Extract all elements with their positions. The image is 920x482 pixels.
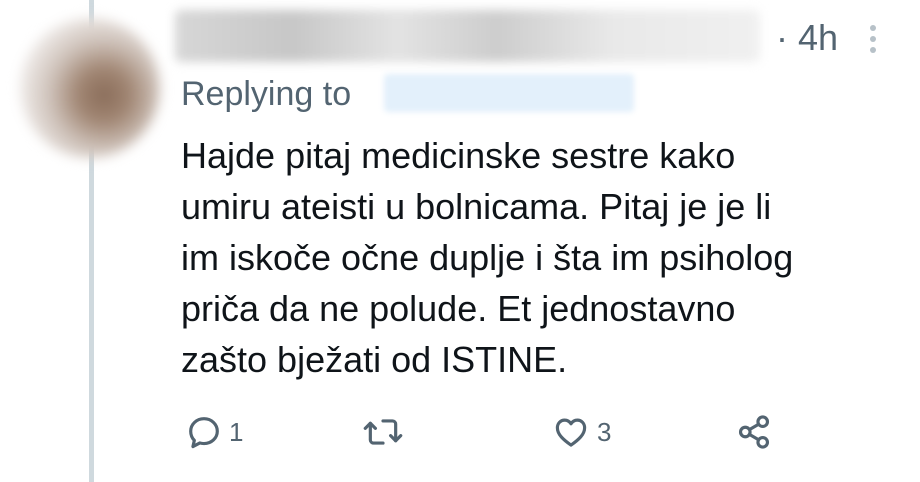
reply-icon <box>189 417 219 449</box>
tweet-text: Hajde pitaj medicinske sestre kako umiru… <box>181 130 881 385</box>
tweet-timestamp[interactable]: · 4h <box>776 16 838 60</box>
replying-to-handle-blurred[interactable] <box>384 74 634 112</box>
user-name-blurred[interactable] <box>175 10 760 62</box>
tweet-text-line: im iskoče očne duplje i šta im psiholog <box>181 237 794 278</box>
retweet-button[interactable] <box>361 410 405 454</box>
like-count: 3 <box>597 417 612 447</box>
share-button[interactable] <box>735 410 773 454</box>
tweet-text-line: zašto bježati od ISTINE. <box>181 339 568 380</box>
tweet-actions: 1 3 <box>181 410 781 454</box>
reply-button[interactable]: 1 <box>185 410 243 454</box>
tweet-text-line: umiru ateisti u bolnicama. Pitaj je je l… <box>181 186 772 227</box>
like-button[interactable]: 3 <box>551 410 611 454</box>
replying-to-label: Replying to <box>181 75 352 113</box>
reply-count: 1 <box>229 417 244 447</box>
share-icon <box>738 415 770 449</box>
avatar[interactable] <box>20 18 160 158</box>
tweet-text-line: Hajde pitaj medicinske sestre kako <box>181 135 736 176</box>
tweet-text-line: priča da ne polude. Et jednostavno <box>181 288 736 329</box>
heart-icon <box>555 418 587 447</box>
more-vertical-icon[interactable] <box>868 24 878 54</box>
retweet-icon <box>363 419 403 445</box>
